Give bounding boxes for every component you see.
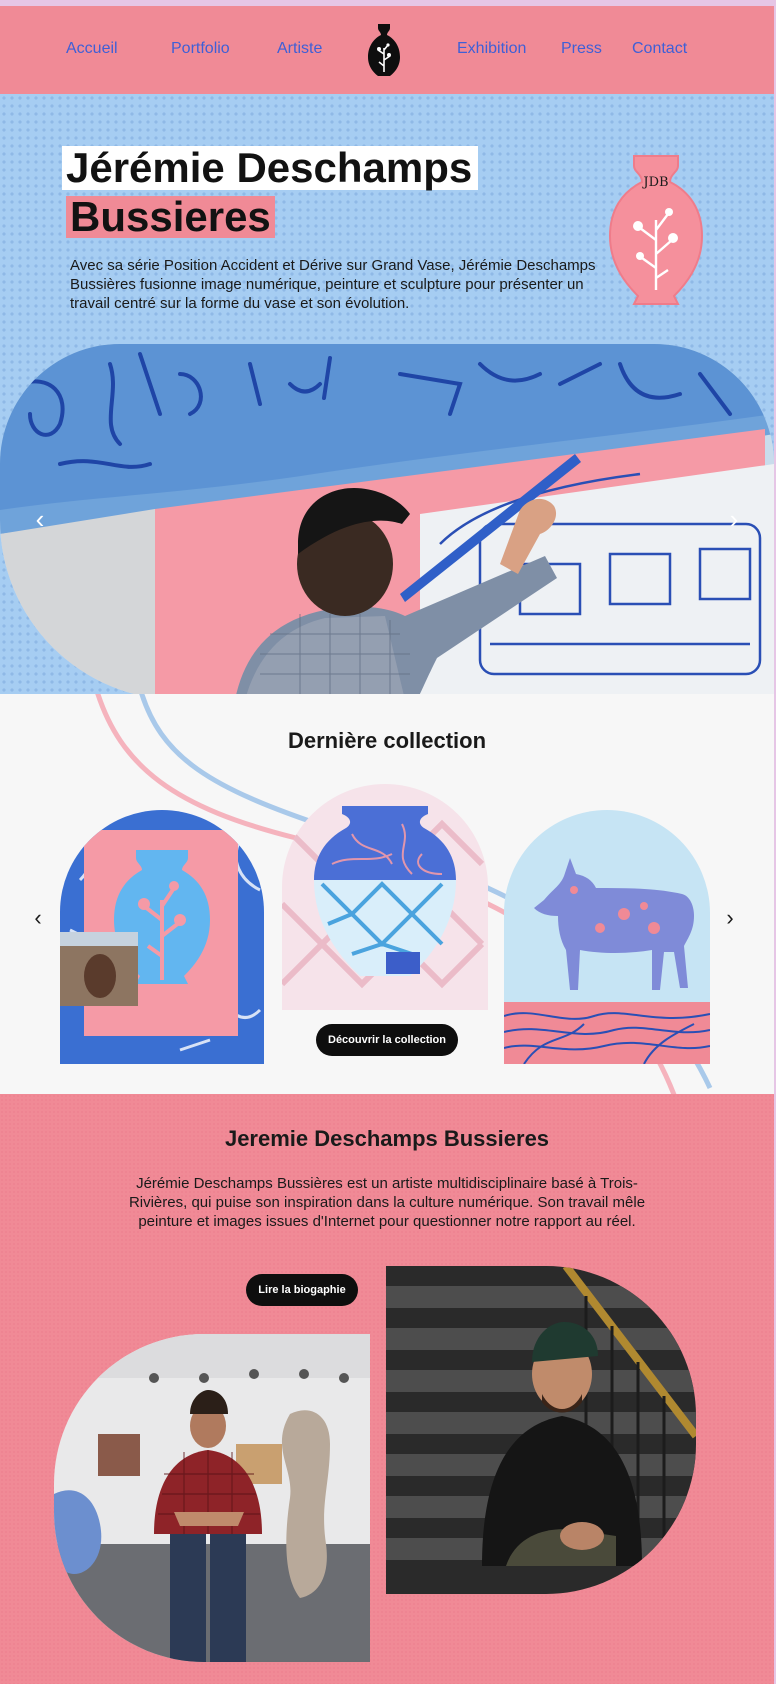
pink-vase-illustration: JDB: [604, 150, 708, 310]
nav-portfolio[interactable]: Portfolio: [171, 40, 230, 58]
artist-description: Jérémie Deschamps Bussières est un artis…: [128, 1175, 646, 1230]
hero-image-slider[interactable]: ‹ ›: [0, 344, 774, 700]
top-nav: Accueil Portfolio Artiste Exhibition Pre…: [0, 6, 774, 94]
vase-logo-icon[interactable]: [366, 20, 402, 80]
nav-contact[interactable]: Contact: [632, 40, 687, 58]
artist-in-gallery-image: [54, 1334, 370, 1662]
page: Accueil Portfolio Artiste Exhibition Pre…: [0, 6, 774, 1684]
artist-section: Jeremie Deschamps Bussieres Jérémie Desc…: [0, 1094, 774, 1684]
nav-accueil[interactable]: Accueil: [66, 40, 118, 58]
collection-next-button[interactable]: ›: [718, 906, 742, 930]
artist-title: Jeremie Deschamps Bussieres: [224, 1126, 550, 1151]
artist-gallery-photo: [54, 1334, 370, 1662]
collection-prev-button[interactable]: ‹: [26, 906, 50, 930]
nav-exhibition[interactable]: Exhibition: [457, 40, 526, 58]
collection-artwork-3[interactable]: [504, 810, 710, 1064]
artist-stairs-photo: [386, 1266, 696, 1594]
donkey-painting-image: [504, 810, 710, 1064]
hero-title-line-1: Jérémie Deschamps: [62, 146, 479, 190]
pink-pattern-vase-painting-image: [282, 784, 488, 1010]
hero-description: Avec sa série Position Accident et Dériv…: [70, 257, 596, 312]
hero-section: Jérémie Deschamps Bussieres Avec sa séri…: [0, 94, 774, 700]
discover-collection-button[interactable]: Découvrir la collection: [316, 1024, 458, 1056]
collection-artwork-1[interactable]: [60, 810, 264, 1064]
blue-vase-painting-image: [60, 810, 264, 1064]
artist-painting-mural-image: [0, 344, 774, 700]
vase-illustration-icon: JDB: [608, 155, 704, 305]
hero-title-line-2: Bussieres: [66, 196, 275, 238]
nav-artiste[interactable]: Artiste: [277, 40, 322, 58]
nav-press[interactable]: Press: [561, 40, 602, 58]
vase-initials: JDB: [641, 175, 668, 190]
collection-artwork-2[interactable]: [282, 784, 488, 1010]
slider-prev-button[interactable]: ‹: [28, 504, 52, 534]
artist-on-stairs-image: [386, 1266, 696, 1594]
read-biography-button[interactable]: Lire la biogaphie: [246, 1274, 358, 1306]
slider-next-button[interactable]: ›: [722, 504, 746, 534]
collection-title: Dernière collection: [287, 728, 487, 753]
latest-collection-section: Dernière collection ‹ › Découvrir la col…: [0, 694, 774, 1094]
